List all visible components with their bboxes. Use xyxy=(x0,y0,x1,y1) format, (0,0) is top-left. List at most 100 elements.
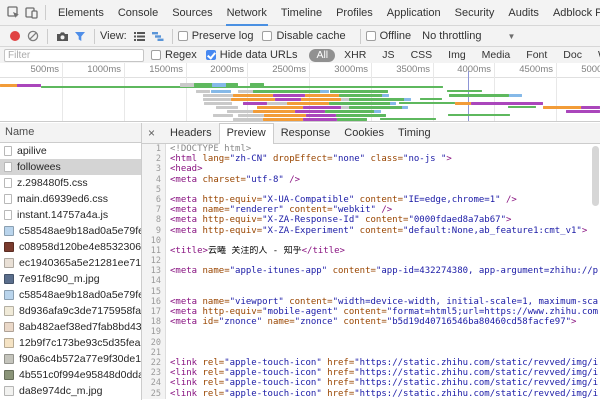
code-text: <meta http-equiv="X-ZA-Experiment" conte… xyxy=(166,226,600,236)
disable-cache-checkbox[interactable]: Disable cache xyxy=(262,30,345,42)
checkbox-box[interactable] xyxy=(366,31,376,41)
preview-code-viewer[interactable]: 1<!DOCTYPE html>2<html lang="zh-CN" drop… xyxy=(142,144,600,400)
code-line: 21 xyxy=(142,348,600,358)
gridline xyxy=(124,63,125,121)
waterfall-bar xyxy=(509,94,522,97)
detail-tab-response[interactable]: Response xyxy=(274,123,338,144)
hide-data-urls-checkbox[interactable]: Hide data URLs xyxy=(206,49,298,61)
request-row[interactable]: c58548ae9b18ad0a5e79fe4e... xyxy=(0,223,141,239)
request-row[interactable]: ec1940365a5e21281ee71856... xyxy=(0,255,141,271)
detail-tab-headers[interactable]: Headers xyxy=(163,123,219,144)
filter-pill-css[interactable]: CSS xyxy=(404,49,440,62)
tab-sources[interactable]: Sources xyxy=(165,0,219,26)
waterfall-bar xyxy=(455,102,471,105)
name-column-header[interactable]: Name xyxy=(0,123,141,143)
hide-data-urls-checkbox-box[interactable] xyxy=(206,50,216,60)
filter-pill-font[interactable]: Font xyxy=(519,49,554,62)
waterfall-bar xyxy=(203,98,231,101)
filter-pill-media[interactable]: Media xyxy=(475,49,518,62)
detail-tab-preview[interactable]: Preview xyxy=(219,123,274,144)
tab-timeline[interactable]: Timeline xyxy=(274,0,329,26)
line-number: 11 xyxy=(142,246,166,256)
request-row[interactable]: c08958d120be4e853230649... xyxy=(0,239,141,255)
line-number: 24 xyxy=(142,378,166,388)
filter-input[interactable] xyxy=(4,49,144,62)
tab-application[interactable]: Application xyxy=(380,0,448,26)
request-row[interactable]: z.298480f5.css xyxy=(0,175,141,191)
close-icon[interactable]: × xyxy=(148,126,155,140)
request-row[interactable]: c58548ae9b18ad0a5e79fe4e... xyxy=(0,287,141,303)
waterfall-bar xyxy=(306,114,336,117)
waterfall-bar xyxy=(447,90,482,92)
tab-profiles[interactable]: Profiles xyxy=(329,0,380,26)
filter-bar: Regex Hide data URLs AllXHRJSCSSImgMedia… xyxy=(0,47,600,64)
code-lines: 1<!DOCTYPE html>2<html lang="zh-CN" drop… xyxy=(142,144,600,399)
code-text xyxy=(166,327,600,337)
request-row[interactable]: da8e974dc_m.jpg xyxy=(0,383,141,399)
screenshot-camera-icon[interactable] xyxy=(53,28,71,44)
list-view-icon[interactable] xyxy=(131,28,149,44)
code-line: 12 xyxy=(142,256,600,266)
waterfall-bar xyxy=(273,94,305,97)
inspect-element-icon[interactable] xyxy=(4,5,22,21)
filter-pill-ws[interactable]: WS xyxy=(591,49,600,62)
code-text: <meta charset="utf-8" /> xyxy=(166,175,600,185)
request-row[interactable]: 8ab482aef38ed7fab8bd4314... xyxy=(0,319,141,335)
waterfall-bar xyxy=(253,90,321,93)
tab-security[interactable]: Security xyxy=(448,0,502,26)
waterfall-bar xyxy=(287,102,329,105)
filter-funnel-icon[interactable] xyxy=(71,28,89,44)
request-name: 7e91f8c90_m.jpg xyxy=(19,273,100,285)
device-toolbar-icon[interactable] xyxy=(22,5,40,21)
timeline-overview[interactable]: 500ms1000ms1500ms2000ms2500ms3000ms3500m… xyxy=(0,63,600,122)
chevron-down-icon[interactable]: ▼ xyxy=(507,32,515,41)
resource-type-filters: AllXHRJSCSSImgMediaFontDocWSManifestOthe… xyxy=(308,49,600,62)
filter-pill-doc[interactable]: Doc xyxy=(556,49,589,62)
request-row[interactable]: 8d936afa9c3de7175958fae5... xyxy=(0,303,141,319)
ruler-divider xyxy=(0,77,600,78)
code-line: 16<meta name="viewport" content="width=d… xyxy=(142,297,600,307)
detail-tab-cookies[interactable]: Cookies xyxy=(337,123,391,144)
request-row[interactable]: 4b551c0f994e95848d0dda09... xyxy=(0,367,141,383)
waterfall-bar xyxy=(448,114,510,116)
checkbox-box[interactable] xyxy=(262,31,272,41)
image-thumbnail-icon xyxy=(4,354,14,364)
code-text xyxy=(166,287,600,297)
tab-console[interactable]: Console xyxy=(111,0,165,26)
tab-adblock-plus[interactable]: Adblock Plus xyxy=(546,0,600,26)
preserve-log-checkbox[interactable]: Preserve log xyxy=(178,30,254,42)
request-row[interactable]: f90a6c4b572a77e9f30de153... xyxy=(0,351,141,367)
scrollbar-thumb[interactable] xyxy=(592,146,599,206)
record-button[interactable] xyxy=(6,28,24,44)
gridline xyxy=(62,63,63,121)
request-row[interactable]: followees xyxy=(0,159,141,175)
throttling-select[interactable]: No throttling xyxy=(422,30,481,42)
waterfall-view-icon[interactable] xyxy=(149,28,167,44)
tab-network[interactable]: Network xyxy=(220,0,274,26)
regex-checkbox-box[interactable] xyxy=(151,50,161,60)
request-list[interactable]: Name apilivefolloweesz.298480f5.cssmain.… xyxy=(0,123,142,400)
divider xyxy=(172,29,173,44)
offline-checkbox[interactable]: Offline xyxy=(366,30,412,42)
filter-pill-img[interactable]: Img xyxy=(441,49,473,62)
code-line: 14 xyxy=(142,276,600,286)
waterfall-bar xyxy=(471,102,543,105)
regex-checkbox[interactable]: Regex xyxy=(151,49,197,61)
tab-audits[interactable]: Audits xyxy=(501,0,546,26)
clear-button[interactable] xyxy=(24,28,42,44)
request-row[interactable]: apilive xyxy=(0,143,141,159)
waterfall-bar xyxy=(250,83,264,87)
request-row[interactable]: instant.14757a4a.js xyxy=(0,207,141,223)
filter-pill-js[interactable]: JS xyxy=(375,49,401,62)
checkbox-box[interactable] xyxy=(178,31,188,41)
line-number: 1 xyxy=(142,144,166,154)
request-row[interactable]: main.d6939ed6.css xyxy=(0,191,141,207)
tab-elements[interactable]: Elements xyxy=(51,0,111,26)
detail-tab-timing[interactable]: Timing xyxy=(391,123,438,144)
code-text xyxy=(166,338,600,348)
filter-pill-xhr[interactable]: XHR xyxy=(337,49,373,62)
request-row[interactable]: 12b9f7c173be93c5d35fea2d... xyxy=(0,335,141,351)
request-row[interactable]: 7e91f8c90_m.jpg xyxy=(0,271,141,287)
filter-pill-all[interactable]: All xyxy=(309,49,335,62)
detail-tab-bar: × HeadersPreviewResponseCookiesTiming xyxy=(142,123,600,144)
